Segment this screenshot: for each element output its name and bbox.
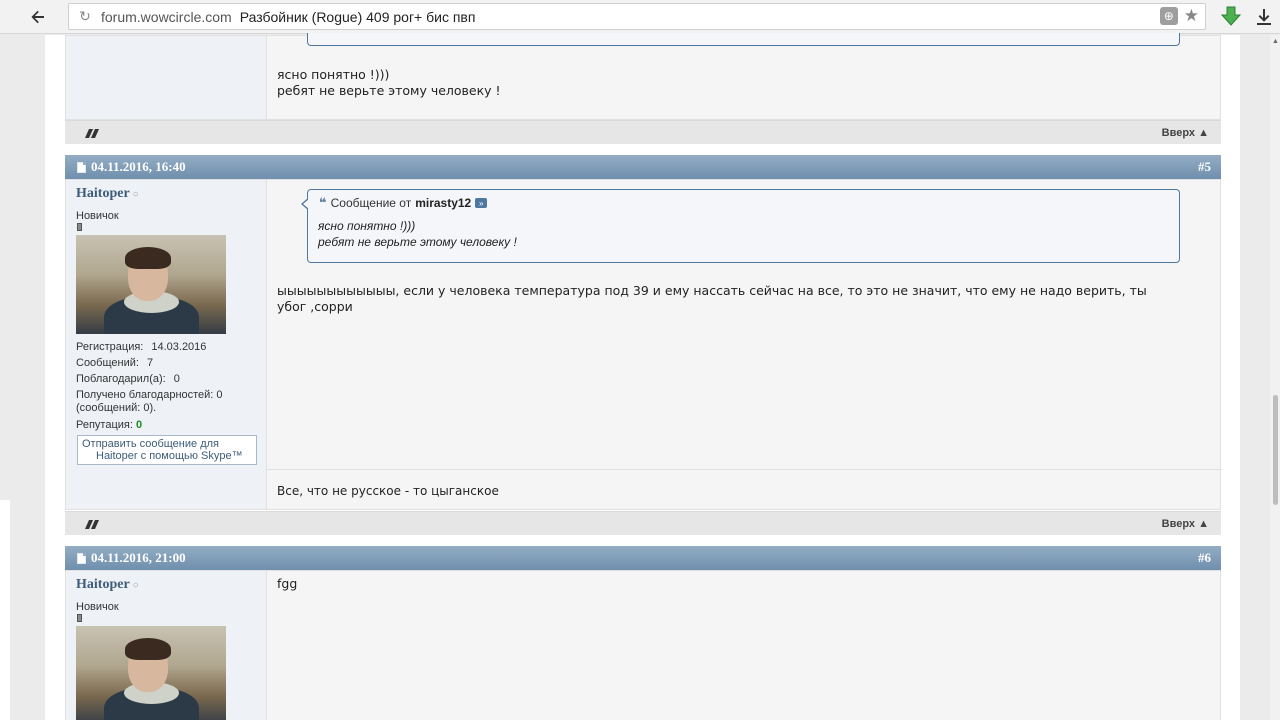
stat-label: Репутация: (76, 419, 133, 431)
username-link[interactable]: Haitoper (76, 186, 130, 201)
message-line: ясно понятно !))) (277, 67, 390, 82)
page-margin (0, 500, 10, 720)
post-5-header: 04.11.2016, 16:40 #5 (65, 155, 1221, 179)
post-icon (77, 552, 86, 564)
offline-status-icon: ○ (132, 580, 139, 591)
page-title: Разбойник (Rogue) 409 рог+ бис пвп (239, 8, 476, 25)
post-5-message: ыыыыыыыыыыыы, если у человека температур… (277, 283, 1207, 315)
multiquote-icon[interactable] (83, 518, 101, 530)
multiquote-icon[interactable] (83, 127, 101, 139)
address-bar[interactable]: ↻ forum.wowcircle.com Разбойник (Rogue) … (68, 3, 1206, 30)
avatar[interactable] (76, 626, 226, 720)
post-4-footer: Вверх ▲ (65, 120, 1221, 144)
message-line: убог ,сорри (277, 299, 353, 314)
stat-label: Сообщений: (76, 357, 139, 369)
view-post-icon[interactable]: » (475, 198, 488, 208)
quote-icon: ❝ (319, 195, 327, 210)
post-6-body: Haitoper ○ Новичок fgg (65, 570, 1221, 720)
signature: Все, что не русское - то цыганское (277, 484, 499, 498)
message-line: ребят не верьте этому человеку ! (277, 83, 501, 98)
message-line: ыыыыыыыыыыыы, если у человека температур… (277, 283, 1147, 298)
browser-toolbar: ↻ forum.wowcircle.com Разбойник (Rogue) … (0, 0, 1280, 34)
skype-text: Отправить сообщение для (82, 438, 219, 450)
skype-button[interactable]: Отправить сообщение для Haitoper с помощ… (77, 435, 257, 465)
skype-text: Haitoper с помощью Skype™ (96, 450, 243, 462)
signature-divider (267, 469, 1222, 470)
post-number-link[interactable]: #6 (1198, 550, 1211, 566)
back-to-top-link[interactable]: Вверх ▲ (1162, 127, 1209, 139)
user-stats: Регистрация: 14.03.2016 Сообщений: 7 Побла… (76, 339, 261, 433)
post-5-userinfo: Haitoper ○ Новичок Регистрация: 14.03.2016… (66, 180, 267, 509)
quote-line: ребят не верьте этому человеку ! (318, 235, 517, 249)
scrollbar-thumb[interactable] (1273, 395, 1278, 505)
back-button[interactable] (20, 0, 56, 34)
reputation-pip-icon (77, 223, 82, 231)
downloads-icon[interactable] (1254, 7, 1274, 27)
scrollbar-track[interactable] (1270, 35, 1280, 720)
stat-value: 0 (173, 373, 180, 385)
quote-author: mirasty12 (415, 196, 472, 210)
stat-value: 14.03.2016 (151, 341, 207, 353)
reload-icon[interactable]: ↻ (73, 8, 97, 25)
post-4-body: ясно понятно !))) ребят не верьте этому … (65, 33, 1221, 120)
stat-value: 7 (146, 357, 154, 369)
username-link[interactable]: Haitoper (76, 577, 130, 592)
user-title: Новичок (76, 601, 119, 613)
quote-line: ясно понятно !))) (318, 219, 416, 233)
post-date: 04.11.2016, 16:40 (91, 159, 186, 174)
post-date: 04.11.2016, 21:00 (91, 550, 186, 565)
translate-icon[interactable]: ⊕ (1159, 7, 1178, 25)
post-4-message: ясно понятно !))) ребят не верьте этому … (277, 67, 501, 99)
scroll-up-arrow-icon[interactable]: ▲ (1272, 38, 1279, 45)
quote-prefix: Сообщение от (330, 196, 412, 210)
post-icon (77, 161, 86, 173)
post-5-body: Haitoper ○ Новичок Регистрация: 14.03.2016… (65, 179, 1222, 510)
quote-text: ясно понятно !))) ребят не верьте этому … (318, 218, 517, 250)
avatar[interactable] (76, 235, 226, 334)
post-6-header: 04.11.2016, 21:00 #6 (65, 546, 1221, 570)
reputation-value: 0 (135, 419, 143, 431)
offline-status-icon: ○ (132, 189, 139, 200)
quote-box: ❝ Сообщение от mirasty12 » ясно понятно … (301, 189, 1180, 263)
post-6-message: fgg (277, 576, 298, 591)
back-arrow-icon (31, 10, 44, 23)
back-to-top-link[interactable]: Вверх ▲ (1162, 518, 1209, 530)
user-title: Новичок (76, 210, 119, 222)
stat-label: Поблагодарил(а): (76, 373, 166, 385)
post-5-footer: Вверх ▲ (65, 511, 1221, 535)
post-6-userinfo: Haitoper ○ Новичок (66, 571, 267, 720)
download-extension-icon[interactable] (1220, 5, 1242, 27)
quote-box-end (307, 33, 1180, 46)
reputation-pip-icon (77, 614, 82, 622)
stat-label: Регистрация: (76, 341, 144, 353)
post-4-userinfo (66, 36, 267, 119)
thanks-received-posts: (сообщений: 0). (76, 402, 157, 414)
bookmark-star-icon[interactable]: ★ (1184, 7, 1199, 25)
url-host: forum.wowcircle.com (101, 8, 232, 25)
post-number-link[interactable]: #5 (1198, 159, 1211, 175)
thanks-received: Получено благодарностей: 0 (76, 389, 223, 401)
